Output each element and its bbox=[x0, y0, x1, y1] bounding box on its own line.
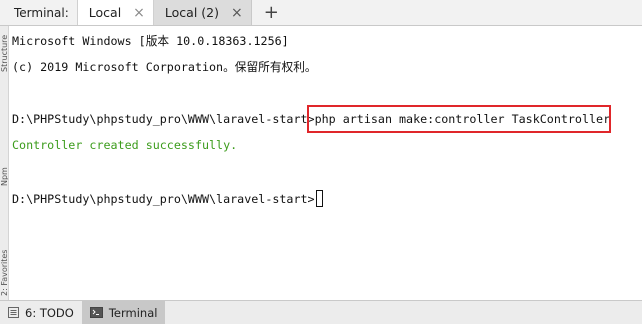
close-icon[interactable]: × bbox=[133, 6, 145, 20]
terminal-tool-label: Terminal bbox=[108, 305, 158, 320]
command-highlight-box bbox=[307, 105, 611, 133]
terminal-prompt: D:\PHPStudy\phpstudy_pro\WWW\laravel-sta… bbox=[12, 192, 315, 206]
tab-local-2-label: Local (2) bbox=[164, 5, 219, 20]
tab-local-label: Local bbox=[88, 5, 122, 20]
terminal-success-line: Controller created successfully. bbox=[12, 138, 238, 152]
left-tool-strip: Structure Npm 2: Favorites bbox=[0, 26, 9, 300]
tab-local-2[interactable]: Local (2) × bbox=[153, 0, 252, 25]
terminal-icon bbox=[89, 307, 103, 318]
todo-label: 6: TODO bbox=[25, 305, 74, 320]
tab-local[interactable]: Local × bbox=[76, 0, 154, 25]
terminal-prompt-line: D:\PHPStudy\phpstudy_pro\WWW\laravel-sta… bbox=[12, 190, 323, 207]
text-cursor bbox=[315, 190, 323, 207]
close-icon[interactable]: × bbox=[231, 6, 243, 20]
strip-label-npm[interactable]: Npm bbox=[0, 146, 8, 186]
terminal-output[interactable]: Microsoft Windows [版本 10.0.18363.1256] (… bbox=[9, 26, 642, 300]
terminal-prompt: D:\PHPStudy\phpstudy_pro\WWW\laravel-sta… bbox=[12, 112, 315, 126]
strip-label-favorites[interactable]: 2: Favorites bbox=[0, 226, 8, 296]
strip-label-structure[interactable]: Structure bbox=[0, 32, 8, 72]
terminal-line: Microsoft Windows [版本 10.0.18363.1256] bbox=[12, 34, 289, 48]
new-session-button[interactable]: + bbox=[252, 0, 291, 25]
bottom-tool-bar: 6: TODO Terminal bbox=[0, 300, 642, 324]
terminal-tool-button[interactable]: Terminal bbox=[81, 301, 166, 324]
todo-button[interactable]: 6: TODO bbox=[0, 301, 82, 324]
terminal-line: (c) 2019 Microsoft Corporation。保留所有权利。 bbox=[12, 60, 317, 74]
terminal-title: Terminal: bbox=[14, 5, 69, 20]
terminal-tab-bar: Terminal: Local × Local (2) × + bbox=[0, 0, 642, 26]
todo-list-icon bbox=[8, 307, 19, 318]
